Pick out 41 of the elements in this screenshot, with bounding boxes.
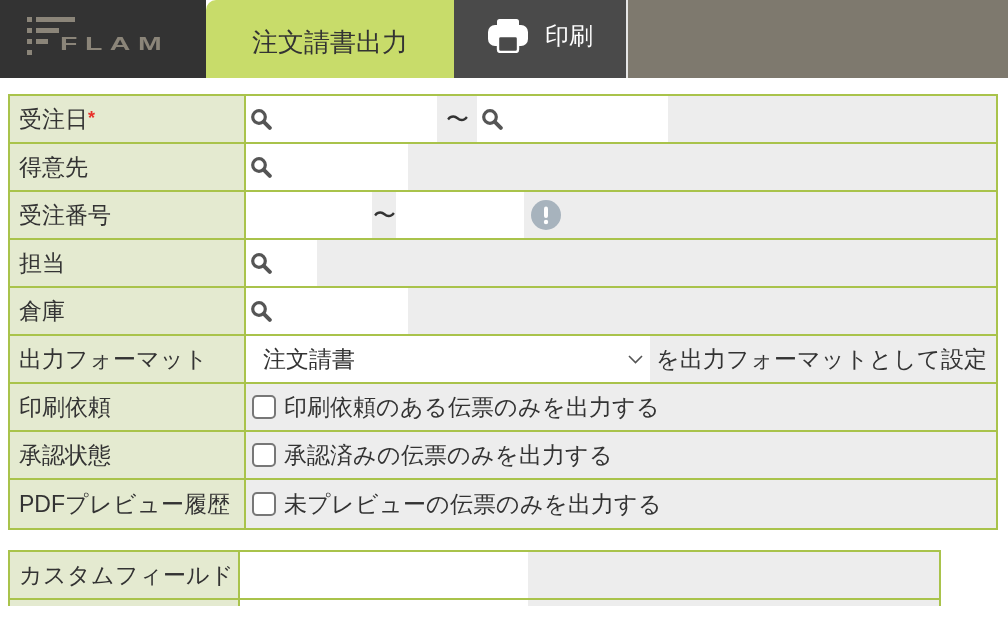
checkbox[interactable] [252,443,276,467]
range-separator: 〜 [372,200,396,230]
setting-text: を出力フォーマットとして設定 [656,344,987,374]
field-label: 受注日 [19,104,88,134]
checkbox[interactable] [252,492,276,516]
search-field[interactable] [246,288,408,334]
input-field[interactable] [240,552,528,598]
checkbox[interactable] [252,395,276,419]
input-field[interactable] [396,192,524,238]
field-label: 受注番号 [19,200,111,230]
print-button[interactable]: 印刷 [454,0,626,78]
search-field[interactable] [477,96,668,142]
input-field[interactable] [240,600,528,606]
printer-icon [488,19,528,53]
input-field[interactable] [246,192,372,238]
field-label: 承認状態 [19,440,111,470]
info-icon [531,200,561,230]
field-label: 倉庫 [19,296,65,326]
range-separator: 〜 [444,104,470,134]
search-field[interactable] [246,144,408,190]
checkbox-label: 未プレビューの伝票のみを出力する [284,489,662,519]
field-label: 出力フォーマット [19,344,208,374]
chevron-down-icon [628,354,643,364]
tab[interactable]: 注文請書出力 [206,0,454,78]
search-icon [250,156,272,178]
field-label: PDFプレビュー履歴 [19,489,230,519]
field-label: 印刷依頼 [19,392,111,422]
logo: FLAM [27,17,175,55]
search-icon [250,300,272,322]
search-field[interactable] [246,96,437,142]
field-label: 得意先 [19,152,88,182]
field-label: 担当 [19,248,65,278]
checkbox-label: 印刷依頼のある伝票のみを出力する [284,392,660,422]
search-field[interactable] [246,240,317,286]
checkbox-label: 承認済みの伝票のみを出力する [284,440,613,470]
search-icon [481,108,503,130]
search-icon [250,252,272,274]
required-mark: * [88,107,95,130]
field-label: カスタムフィールド [19,560,234,590]
format-select[interactable]: 注文請書 [246,336,650,382]
search-icon [250,108,272,130]
